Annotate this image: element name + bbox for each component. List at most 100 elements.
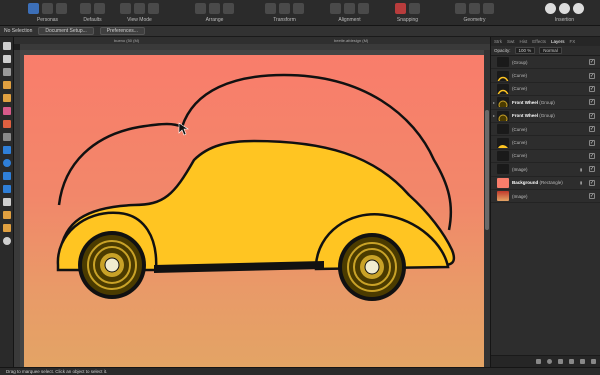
layer-row[interactable]: (Curve) ✓ (491, 150, 600, 164)
layer-visibility-checkbox[interactable]: ✓ (589, 152, 595, 159)
tab-swatches[interactable]: Swt (507, 39, 515, 44)
geometry-icon-2[interactable] (469, 3, 480, 14)
fx-icon[interactable] (558, 359, 563, 364)
personas-icon[interactable] (28, 3, 39, 14)
beetle-illustration[interactable] (24, 55, 490, 367)
shape-tool-icon[interactable] (2, 185, 11, 193)
layer-row[interactable]: (Group) ✓ (491, 56, 600, 70)
lock-icon[interactable]: ▮ (580, 167, 585, 172)
export-persona-icon[interactable] (56, 3, 67, 14)
document-setup-button[interactable]: Document Setup... (38, 27, 94, 35)
ellipse-tool-icon[interactable] (2, 159, 11, 167)
view-mode-icon-2[interactable] (134, 3, 145, 14)
layer-row[interactable]: ▸ Front Wheel (Group) ✓ (491, 110, 600, 123)
hand-tool-icon[interactable] (2, 224, 11, 232)
align-icon-2[interactable] (344, 3, 355, 14)
arrange-icon-2[interactable] (209, 3, 220, 14)
eyedropper-tool-icon[interactable] (2, 211, 11, 219)
layer-thumbnail (497, 57, 509, 68)
layer-visibility-checkbox[interactable]: ✓ (589, 59, 595, 66)
move-tool-icon[interactable] (2, 42, 11, 50)
tab-layers[interactable]: Layers (551, 39, 565, 44)
layer-row[interactable]: (Image) ✓ (491, 190, 600, 204)
brush-tool-icon[interactable] (2, 107, 11, 115)
insertion-icon-1[interactable] (545, 3, 556, 14)
corner-tool-icon[interactable] (2, 68, 11, 76)
pen-tool-icon[interactable] (2, 81, 11, 89)
document-tab[interactable]: bueno (50 (M) beetle.afdesign (M) (14, 37, 490, 44)
defaults-group[interactable]: Defaults (80, 2, 105, 23)
view-mode-icon-1[interactable] (120, 3, 131, 14)
layer-row[interactable]: Background (Rectangle) ▮ ✓ (491, 177, 600, 190)
insertion-group[interactable]: Insertion (545, 2, 584, 23)
pixel-persona-icon[interactable] (42, 3, 53, 14)
lock-icon[interactable]: ▮ (580, 180, 585, 185)
layer-visibility-checkbox[interactable]: ✓ (589, 126, 595, 133)
tab-effects[interactable]: Effects (532, 39, 546, 44)
delete-layer-icon[interactable] (591, 359, 596, 364)
tab-history[interactable]: Hist (520, 39, 528, 44)
front-wheel[interactable] (338, 233, 406, 301)
mask-icon[interactable] (536, 359, 541, 364)
node-tool-icon[interactable] (2, 55, 11, 63)
transform-icon-2[interactable] (279, 3, 290, 14)
rounded-rect-tool-icon[interactable] (2, 172, 11, 180)
fill-tool-icon[interactable] (2, 120, 11, 128)
layer-row[interactable]: ▸ Front Wheel (Group) ✓ (491, 96, 600, 110)
insertion-icon-2[interactable] (559, 3, 570, 14)
geometry-icon-3[interactable] (483, 3, 494, 14)
layer-row[interactable]: (Curve) ✓ (491, 136, 600, 150)
blend-mode-select[interactable]: Normal (539, 47, 562, 54)
geometry-icon-1[interactable] (455, 3, 466, 14)
layer-visibility-checkbox[interactable]: ✓ (589, 72, 595, 79)
align-icon-1[interactable] (330, 3, 341, 14)
layer-visibility-checkbox[interactable]: ✓ (589, 179, 595, 186)
layer-thumbnail (497, 137, 509, 148)
layer-row[interactable]: (Curve) ✓ (491, 83, 600, 97)
layer-visibility-checkbox[interactable]: ✓ (589, 193, 595, 200)
view-mode-group[interactable]: View Mode (120, 2, 159, 23)
layer-visibility-checkbox[interactable]: ✓ (589, 112, 595, 119)
canvas[interactable] (20, 50, 490, 367)
layer-row[interactable]: (Curve) ✓ (491, 69, 600, 83)
pencil-tool-icon[interactable] (2, 94, 11, 102)
vertical-scroll-thumb[interactable] (485, 110, 489, 230)
layer-visibility-checkbox[interactable]: ✓ (589, 85, 595, 92)
adjustment-icon[interactable] (547, 359, 552, 364)
alignment-group[interactable]: Alignment (330, 2, 369, 23)
transform-icon-3[interactable] (293, 3, 304, 14)
opacity-field[interactable]: 100 % (514, 47, 536, 54)
insertion-icon-3[interactable] (573, 3, 584, 14)
align-icon-3[interactable] (358, 3, 369, 14)
layer-row[interactable]: (Image) ▮ ✓ (491, 163, 600, 177)
arrange-icon-1[interactable] (195, 3, 206, 14)
layer-visibility-checkbox[interactable]: ✓ (589, 139, 595, 146)
layer-name: (Curve) (512, 126, 528, 132)
arrange-icon-3[interactable] (223, 3, 234, 14)
defaults-icon[interactable] (80, 3, 91, 14)
group-icon[interactable] (580, 359, 585, 364)
defaults-reset-icon[interactable] (94, 3, 105, 14)
tab-stroke[interactable]: Strk (494, 39, 502, 44)
zoom-tool-icon[interactable] (2, 237, 11, 245)
personas-group[interactable]: Personas (28, 2, 67, 23)
snapping-group[interactable]: Snapping (395, 2, 420, 23)
artboard[interactable] (24, 55, 490, 367)
view-mode-icon-3[interactable] (148, 3, 159, 14)
transparency-tool-icon[interactable] (2, 133, 11, 141)
rear-wheel[interactable] (78, 231, 146, 299)
geometry-group[interactable]: Geometry (455, 2, 494, 23)
transform-icon-1[interactable] (265, 3, 276, 14)
snapping-icon[interactable] (395, 3, 406, 14)
preferences-button[interactable]: Preferences... (99, 27, 145, 35)
arrange-group[interactable]: Arrange (195, 2, 234, 23)
transform-group[interactable]: Transform (265, 2, 304, 23)
rectangle-tool-icon[interactable] (2, 146, 11, 154)
layer-visibility-checkbox[interactable]: ✓ (589, 166, 595, 173)
tab-fx[interactable]: FX (569, 39, 575, 44)
snapping-options-icon[interactable] (409, 3, 420, 14)
add-layer-icon[interactable] (569, 359, 574, 364)
text-tool-icon[interactable] (2, 198, 11, 206)
layer-visibility-checkbox[interactable]: ✓ (589, 99, 595, 106)
layer-row[interactable]: (Curve) ✓ (491, 123, 600, 137)
